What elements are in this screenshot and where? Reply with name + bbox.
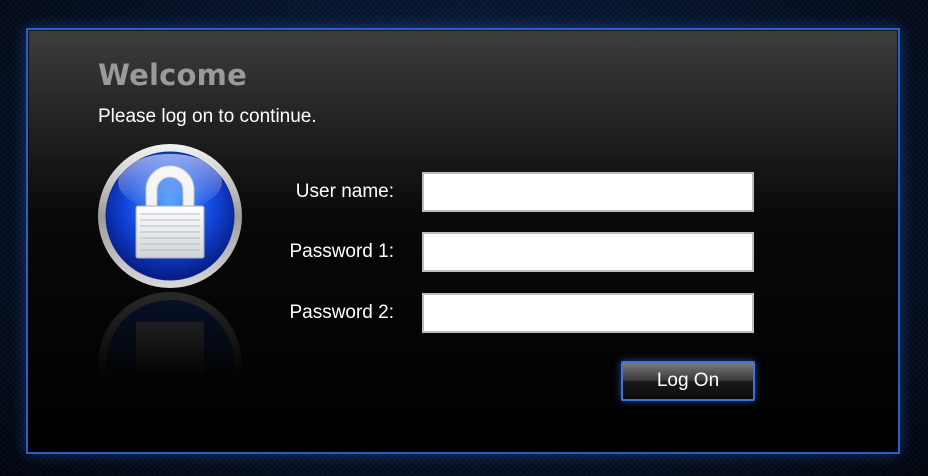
log-on-button[interactable]: Log On bbox=[621, 361, 755, 401]
password2-input[interactable] bbox=[422, 293, 754, 333]
login-instructions: Please log on to continue. bbox=[98, 106, 317, 127]
login-panel: Welcome Please log on to continue. User … bbox=[26, 28, 900, 454]
lock-icon-group bbox=[96, 142, 244, 436]
password1-label: Password 1: bbox=[289, 241, 394, 262]
password2-label: Password 2: bbox=[289, 302, 394, 323]
password1-input[interactable] bbox=[422, 232, 754, 272]
username-input[interactable] bbox=[422, 172, 754, 212]
lock-icon-reflection bbox=[98, 292, 242, 436]
lock-icon bbox=[98, 144, 242, 288]
welcome-title: Welcome bbox=[98, 58, 247, 92]
username-label: User name: bbox=[295, 181, 394, 202]
